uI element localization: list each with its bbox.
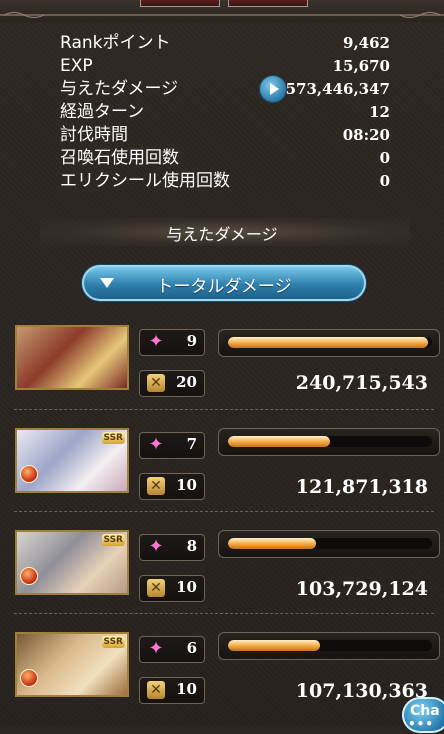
character-row: ✦ 9 ✕ 20 240,715,543 xyxy=(0,325,444,427)
stat-value: 0 xyxy=(379,149,390,167)
skill-count: 7 xyxy=(186,435,197,453)
damage-bar xyxy=(218,632,440,660)
stat-value: 573,446,347 xyxy=(285,80,390,98)
stat-label: 与えたダメージ xyxy=(60,79,179,99)
row-divider xyxy=(14,409,434,410)
ability-count-box: ✕ 10 xyxy=(139,473,205,500)
damage-detail-play-icon[interactable] xyxy=(260,76,286,102)
sparkle-icon: ✦ xyxy=(148,536,164,557)
stat-label: Rankポイント xyxy=(60,33,171,53)
ability-count-box: ✕ 10 xyxy=(139,575,205,602)
damage-value: 103,729,124 xyxy=(295,578,428,600)
ability-count-box: ✕ 20 xyxy=(139,370,205,397)
damage-bar-fill xyxy=(228,538,316,549)
damage-value: 240,715,543 xyxy=(295,372,428,394)
stat-value: 08:20 xyxy=(342,126,390,144)
sparkle-icon: ✦ xyxy=(148,638,164,659)
top-divider-line xyxy=(0,14,444,16)
fire-element-icon xyxy=(20,669,38,687)
stat-exp: EXP 15,670 xyxy=(60,55,390,78)
skill-count-box: ✦ 6 xyxy=(139,636,205,663)
stat-label: 経過ターン xyxy=(60,102,145,122)
stat-rank-points: Rankポイント 9,462 xyxy=(60,32,390,55)
ability-icon: ✕ xyxy=(147,681,165,699)
character-portrait[interactable]: SSR xyxy=(15,632,129,697)
ability-icon: ✕ xyxy=(147,374,165,392)
ability-count: 10 xyxy=(176,476,197,494)
rarity-badge: SSR xyxy=(101,432,125,444)
character-row: SSR ✦ 7 ✕ 10 121,871,318 xyxy=(0,428,444,530)
stat-value: 15,670 xyxy=(332,57,390,75)
ability-icon: ✕ xyxy=(147,477,165,495)
sparkle-icon: ✦ xyxy=(148,434,164,455)
fire-element-icon xyxy=(20,465,38,483)
character-row: SSR ✦ 8 ✕ 10 103,729,124 xyxy=(0,530,444,632)
ability-count: 20 xyxy=(176,373,197,391)
stat-label: 討伐時間 xyxy=(60,125,128,145)
ability-count: 10 xyxy=(176,578,197,596)
sparkle-icon: ✦ xyxy=(148,331,164,352)
skill-count-box: ✦ 8 xyxy=(139,534,205,561)
total-damage-label: トータルダメージ xyxy=(156,277,292,297)
ornament-right-icon xyxy=(400,11,440,19)
character-portrait[interactable]: SSR xyxy=(15,530,129,595)
rarity-badge: SSR xyxy=(101,636,125,648)
stat-value: 12 xyxy=(369,103,390,121)
row-divider xyxy=(14,511,434,512)
stat-label: EXP xyxy=(60,56,93,76)
damage-bar-fill xyxy=(228,436,330,447)
damage-bar xyxy=(218,329,440,357)
damage-bar-track xyxy=(228,436,432,447)
top-tab-left[interactable] xyxy=(140,0,220,7)
top-border xyxy=(0,0,444,22)
damage-bar-fill xyxy=(228,640,320,651)
damage-value: 121,871,318 xyxy=(295,476,428,498)
stat-battle-time: 討伐時間 08:20 xyxy=(60,124,390,147)
skill-count: 9 xyxy=(186,332,197,350)
stat-value: 9,462 xyxy=(343,34,390,52)
rarity-badge: SSR xyxy=(101,534,125,546)
top-tab-right[interactable] xyxy=(228,0,308,7)
stat-label: 召喚石使用回数 xyxy=(60,148,179,168)
ornament-left-icon xyxy=(4,11,44,19)
ability-count-box: ✕ 10 xyxy=(139,677,205,704)
chat-button[interactable]: Cha ••• xyxy=(402,697,444,733)
total-damage-dropdown[interactable]: トータルダメージ xyxy=(82,265,366,301)
stat-value: 0 xyxy=(379,172,390,190)
damage-bar-track xyxy=(228,538,432,549)
ability-icon: ✕ xyxy=(147,579,165,597)
damage-bar xyxy=(218,530,440,558)
stat-turns: 経過ターン 12 xyxy=(60,101,390,124)
character-portrait[interactable]: SSR xyxy=(15,428,129,493)
damage-bar-fill xyxy=(228,337,428,348)
character-row: SSR ✦ 6 ✕ 10 107,130,363 xyxy=(0,632,444,734)
fire-element-icon xyxy=(20,567,38,585)
section-title: 与えたダメージ xyxy=(166,225,278,244)
damage-bar-track xyxy=(228,337,432,348)
stat-summon-uses: 召喚石使用回数 0 xyxy=(60,147,390,170)
row-divider xyxy=(14,613,434,614)
stat-damage-dealt: 与えたダメージ 573,446,347 xyxy=(60,78,390,101)
stat-label: エリクシール使用回数 xyxy=(60,171,230,191)
skill-count: 8 xyxy=(186,537,197,555)
skill-count: 6 xyxy=(186,639,197,657)
battle-stats: Rankポイント 9,462 EXP 15,670 与えたダメージ 573,44… xyxy=(60,32,390,193)
damage-bar xyxy=(218,428,440,456)
chat-dots-icon: ••• xyxy=(408,717,435,731)
character-portrait[interactable] xyxy=(15,325,129,390)
stat-elixir-uses: エリクシール使用回数 0 xyxy=(60,170,390,193)
damage-value: 107,130,363 xyxy=(295,680,428,702)
ability-count: 10 xyxy=(176,680,197,698)
skill-count-box: ✦ 7 xyxy=(139,432,205,459)
damage-bar-track xyxy=(228,640,432,651)
skill-count-box: ✦ 9 xyxy=(139,329,205,356)
